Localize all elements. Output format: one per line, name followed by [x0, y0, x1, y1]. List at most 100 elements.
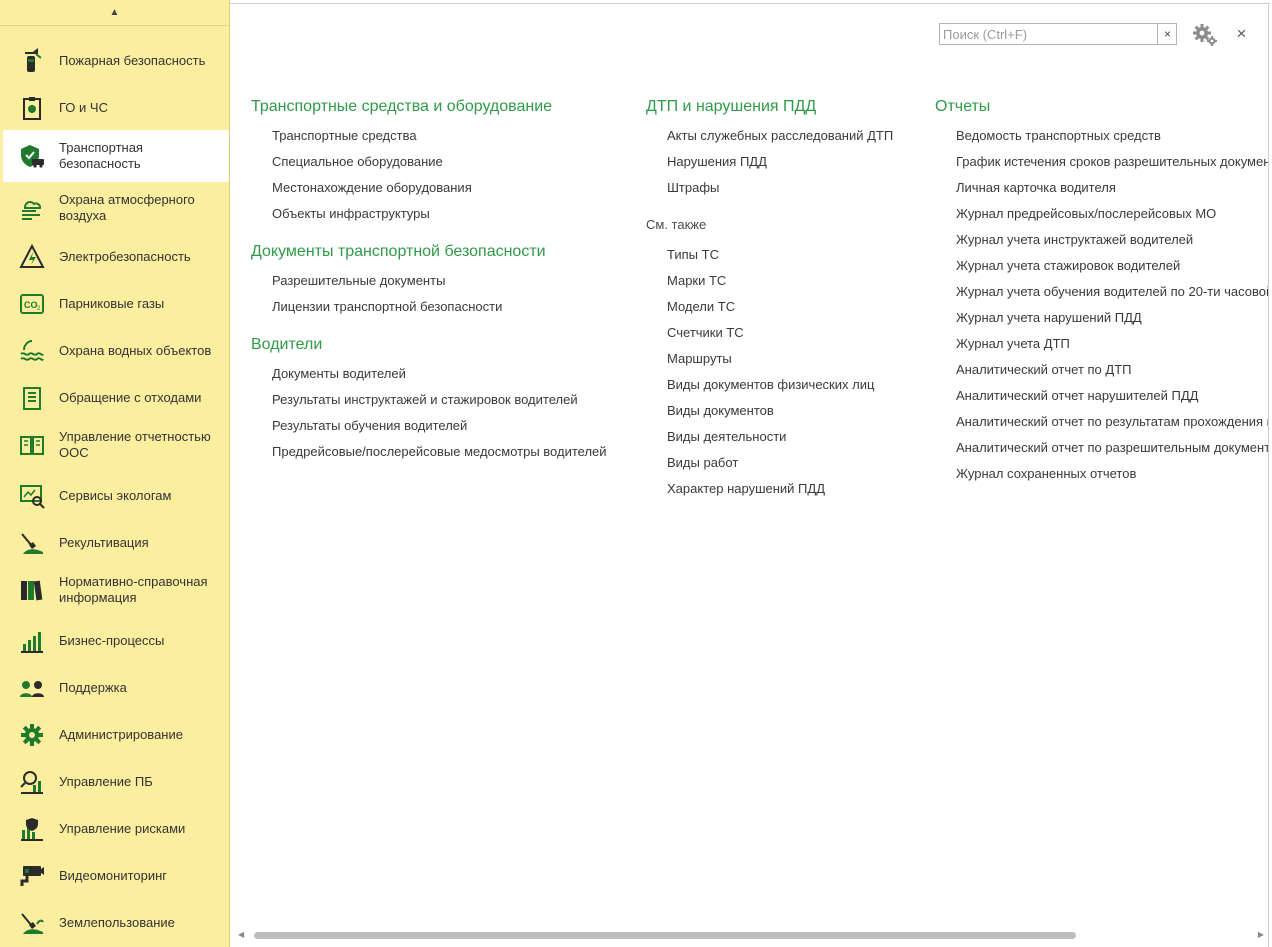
see-also-label: См. также	[646, 217, 707, 232]
transport-security-icon	[19, 143, 45, 169]
sections-sidebar: ▲ Пожарная безопасность ГО и ЧС Транспортн…	[0, 0, 230, 947]
see-also-link[interactable]: Характер нарушений ПДД	[646, 480, 893, 506]
sidebar-item-15[interactable]: Администрирование	[3, 711, 229, 758]
sidebar-scroll-up-button[interactable]: ▲	[0, 0, 229, 26]
link-group: Отчеты Ведомость транспортных средств Граф…	[935, 97, 1268, 491]
nav-link[interactable]: Журнал учета стажировок водителей	[935, 257, 1268, 283]
link-group: Транспортные средства и оборудование Тран…	[251, 97, 607, 231]
sidebar-item-7[interactable]: Охрана водных объектов	[3, 327, 229, 374]
sidebar-item-label: Охрана атмосферного воздуха	[59, 192, 195, 223]
sidebar-item-label: Рекультивация	[59, 534, 149, 550]
nav-link[interactable]: Результаты обучения водителей	[251, 417, 607, 443]
scrollbar-thumb[interactable]	[254, 932, 1076, 939]
close-button[interactable]: ×	[1233, 25, 1250, 42]
sidebar-item-12[interactable]: Нормативно-справочная информация	[3, 566, 229, 613]
nav-link[interactable]: Местонахождение оборудования	[251, 179, 607, 205]
nav-link[interactable]: Журнал сохраненных отчетов	[935, 465, 1268, 491]
fire-extinguisher-icon	[19, 47, 45, 74]
sidebar-item-label: Парниковые газы	[59, 295, 165, 311]
link-group: Документы транспортной безопасности Разре…	[251, 242, 607, 324]
sidebar-item-13[interactable]: Бизнес-процессы	[3, 617, 229, 664]
land-use-icon	[19, 910, 45, 936]
svg-text:CO: CO	[24, 300, 38, 310]
sidebar-item-6[interactable]: CO 2 Парниковые газы	[3, 280, 229, 327]
link-group: ДТП и нарушения ПДД Акты служебных рассле…	[646, 97, 893, 205]
sidebar-item-label: Управление рисками	[59, 820, 186, 836]
main-top-border	[230, 3, 1270, 4]
sidebar-item-1[interactable]: Пожарная безопасность	[3, 37, 229, 84]
see-also-link[interactable]: Модели ТС	[646, 298, 893, 324]
scroll-left-icon[interactable]: ◀	[238, 930, 244, 939]
nav-link[interactable]: Штрафы	[646, 179, 893, 205]
sidebar-item-10[interactable]: Сервисы экологам	[3, 472, 229, 519]
group-title: Транспортные средства и оборудование	[251, 98, 553, 115]
horizontal-scrollbar[interactable]: ◀ ▶	[234, 929, 1266, 941]
see-also-link[interactable]: Виды работ	[646, 454, 893, 480]
nav-link[interactable]: Личная карточка водителя	[935, 179, 1268, 205]
see-also-link[interactable]: Виды деятельности	[646, 428, 893, 454]
nav-link[interactable]: Журнал учета обучения водителей по 20-ти…	[935, 283, 1268, 309]
sidebar-item-8[interactable]: Обращение с отходами	[3, 374, 229, 421]
search-input[interactable]	[940, 24, 1156, 44]
search-clear-button[interactable]: ×	[1157, 24, 1177, 44]
see-also-link[interactable]: Счетчики ТС	[646, 324, 893, 350]
sidebar-item-label: Охрана водных объектов	[59, 342, 212, 358]
nav-link[interactable]: График истечения сроков разрешительных д…	[935, 153, 1268, 179]
nav-link[interactable]: Журнал предрейсовых/послерейсовых МО	[935, 205, 1268, 231]
link-group: Водители Документы водителей Результаты ин…	[251, 335, 607, 469]
nav-link[interactable]: Объекты инфраструктуры	[251, 205, 607, 231]
sidebar-item-18[interactable]: Видеомониторинг	[3, 852, 229, 899]
scrollbar-track[interactable]	[248, 932, 1252, 939]
nav-link[interactable]: Акты служебных расследований ДТП	[646, 127, 893, 153]
sidebar-item-19[interactable]: Землепользование	[3, 899, 229, 946]
see-also-link[interactable]: Марки ТС	[646, 272, 893, 298]
sidebar-item-4[interactable]: Охрана атмосферного воздуха	[3, 183, 229, 233]
sidebar-item-label: Электробезопасность	[59, 248, 191, 264]
scroll-right-icon[interactable]: ▶	[1258, 930, 1264, 939]
eco-services-icon	[19, 483, 45, 509]
settings-button[interactable]	[1191, 22, 1219, 48]
sidebar-item-label: Администрирование	[59, 726, 183, 742]
bar-chart-icon	[19, 628, 45, 654]
sidebar-item-3[interactable]: Транспортная безопасность	[3, 130, 229, 182]
sidebar-item-11[interactable]: Рекультивация	[3, 519, 229, 566]
see-also-link[interactable]: Типы ТС	[646, 246, 893, 272]
nav-link[interactable]: Разрешительные документы	[251, 272, 607, 298]
nav-link[interactable]: Аналитический отчет по ДТП	[935, 361, 1268, 387]
sidebar-item-5[interactable]: Электробезопасность	[3, 233, 229, 280]
sidebar-item-label: Землепользование	[59, 914, 175, 930]
sidebar-item-2[interactable]: ГО и ЧС	[3, 84, 229, 131]
column-3: Отчеты Ведомость транспортных средств Граф…	[935, 97, 1268, 502]
see-also-link[interactable]: Виды документов физических лиц	[646, 376, 893, 402]
nav-link[interactable]: Аналитический отчет нарушителей ПДД	[935, 387, 1268, 413]
gear-icon	[1193, 24, 1217, 46]
sidebar-item-17[interactable]: Управление рисками	[3, 805, 229, 852]
see-also-link[interactable]: Маршруты	[646, 350, 893, 376]
binders-icon	[19, 577, 45, 603]
nav-link[interactable]: Документы водителей	[251, 365, 607, 391]
magnifier-chart-icon	[19, 769, 45, 795]
nav-link[interactable]: Журнал учета инструктажей водителей	[935, 231, 1268, 257]
nav-link[interactable]: Транспортные средства	[251, 127, 607, 153]
nav-link[interactable]: Аналитический отчет по результатам прохо…	[935, 413, 1268, 439]
civil-defense-icon	[19, 95, 45, 121]
sidebar-item-9[interactable]: Управление отчетностью ООС	[3, 421, 229, 468]
nav-link[interactable]: Предрейсовые/послерейсовые медосмотры во…	[251, 443, 607, 469]
nav-link[interactable]: Журнал учета нарушений ПДД	[935, 309, 1268, 335]
recultivation-icon	[19, 530, 45, 556]
nav-link[interactable]: Результаты инструктажей и стажировок вод…	[251, 391, 607, 417]
sidebar-item-16[interactable]: Управление ПБ	[3, 758, 229, 805]
nav-link[interactable]: Журнал учета ДТП	[935, 335, 1268, 361]
nav-link[interactable]: Ведомость транспортных средств	[935, 127, 1268, 153]
group-title: Отчеты	[935, 98, 991, 115]
nav-link[interactable]: Нарушения ПДД	[646, 153, 893, 179]
scroll-up-icon: ▲	[109, 7, 120, 18]
nav-link[interactable]: Аналитический отчет по разрешительным до…	[935, 439, 1268, 465]
see-also-link[interactable]: Виды документов	[646, 402, 893, 428]
nav-link[interactable]: Лицензии транспортной безопасности	[251, 298, 607, 324]
clear-icon: ×	[1163, 27, 1171, 41]
sidebar-item-label: Пожарная безопасность	[59, 52, 206, 68]
column-2: ДТП и нарушения ПДД Акты служебных рассле…	[646, 97, 893, 506]
nav-link[interactable]: Специальное оборудование	[251, 153, 607, 179]
sidebar-item-14[interactable]: Поддержка	[3, 664, 229, 711]
